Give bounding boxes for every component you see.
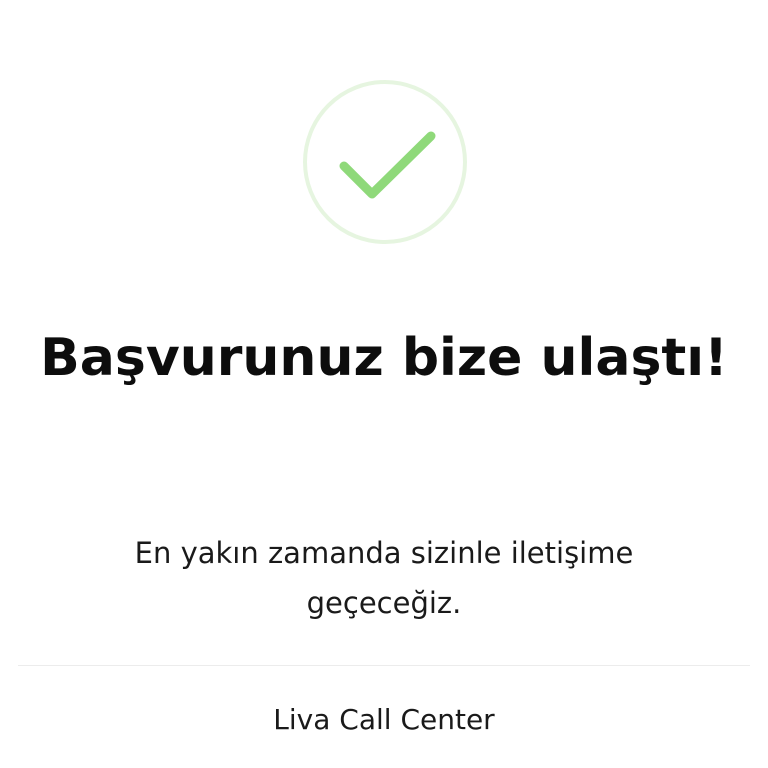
page-title: Başvurunuz bize ulaştı! [40, 328, 728, 388]
divider [18, 665, 750, 666]
call-center-link[interactable]: Liva Call Center [0, 698, 768, 742]
confirmation-message: En yakın zamanda sizinle iletişime geçec… [134, 536, 634, 620]
success-check-icon [303, 80, 467, 244]
checkmark-icon [339, 131, 436, 199]
